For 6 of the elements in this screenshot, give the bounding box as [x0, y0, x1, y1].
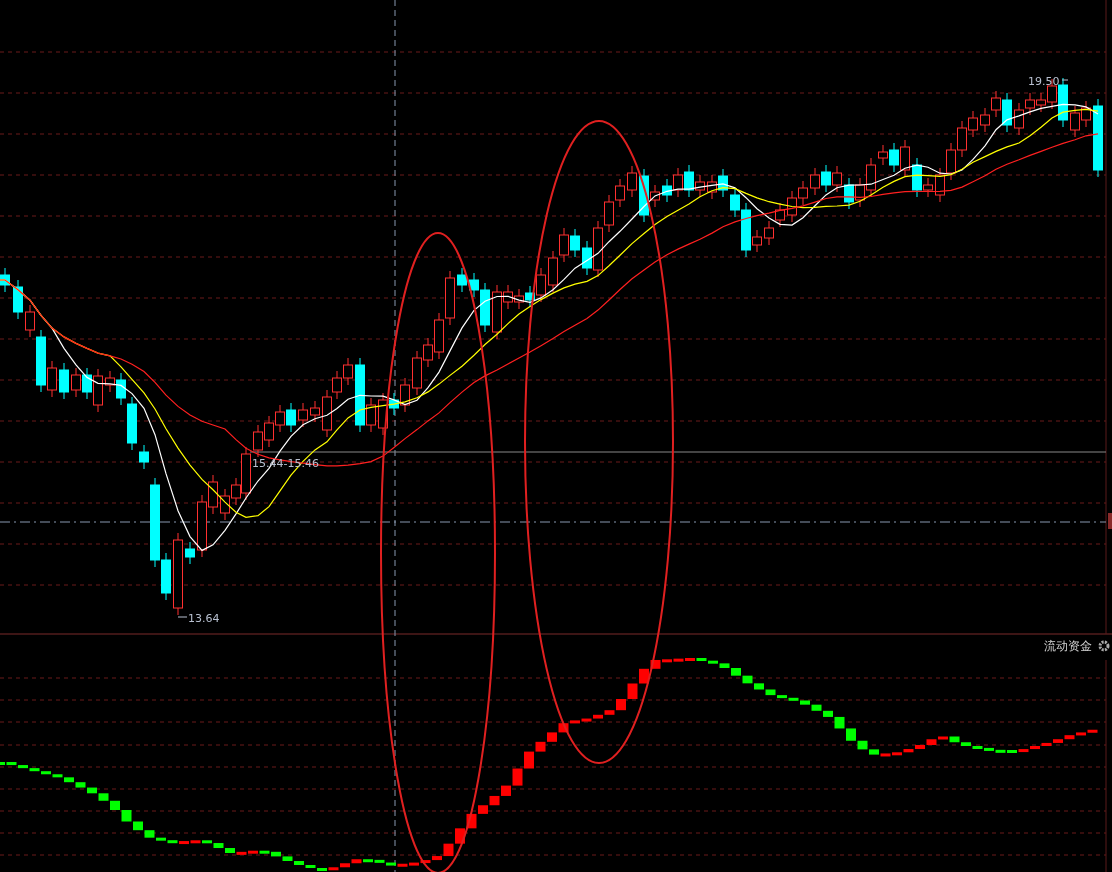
settings-icon[interactable]	[1098, 640, 1110, 652]
low-price-label: 13.64	[188, 612, 220, 625]
price-marker-icon	[1108, 513, 1112, 529]
indicator-title: 流动资金	[1044, 639, 1092, 653]
leader-line	[177, 616, 188, 618]
leader-line	[1061, 79, 1069, 81]
